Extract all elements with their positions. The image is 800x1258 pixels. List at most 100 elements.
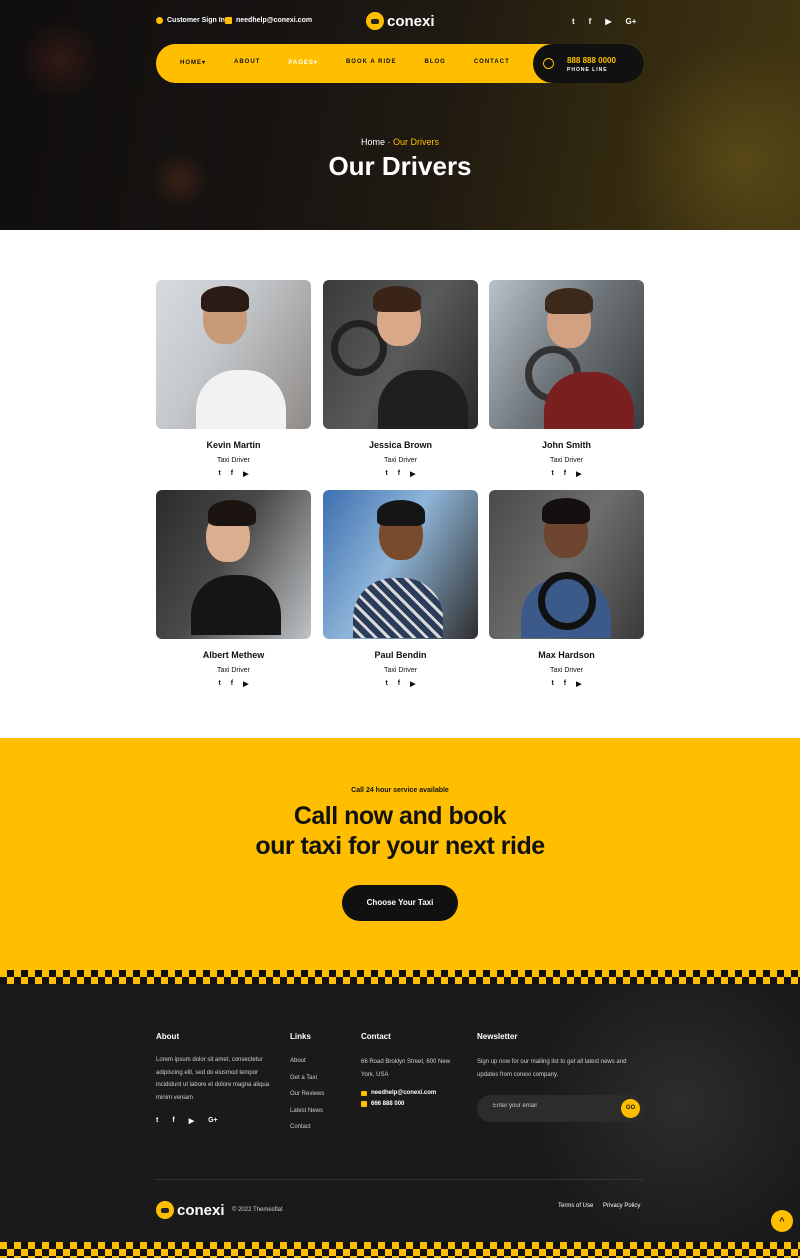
call-to-action: Call 24 hour service available Call now … <box>0 738 800 970</box>
footer-phone-link[interactable]: 666 888 000 <box>361 1101 404 1107</box>
driver-photo[interactable] <box>323 490 478 639</box>
twitter-icon[interactable]: t <box>385 470 387 478</box>
footer-link-about[interactable]: About <box>290 1058 324 1075</box>
nav-links: HOME▾ ABOUT PAGES▾ BOOK A RIDE BLOG CONT… <box>180 59 538 66</box>
driver-role: Taxi Driver <box>549 457 584 464</box>
youtube-icon[interactable]: ▶ <box>243 470 248 478</box>
breadcrumb: Home · Our Drivers <box>0 137 800 147</box>
youtube-icon[interactable]: ▶ <box>189 1117 194 1125</box>
facebook-icon[interactable]: f <box>398 470 400 478</box>
footer-social: t f ▶ G+ <box>156 1117 218 1125</box>
driver-name: Jessica Brown <box>368 440 433 450</box>
driver-name: John Smith <box>542 440 591 450</box>
nav-blog[interactable]: BLOG <box>425 59 446 66</box>
driver-photo[interactable] <box>156 280 311 429</box>
facebook-icon[interactable]: f <box>172 1117 174 1125</box>
driver-social: t f ▶ <box>489 680 644 688</box>
cta-subtitle: Call 24 hour service available <box>351 787 449 794</box>
taxi-logo-icon <box>366 12 384 30</box>
nav-home[interactable]: HOME▾ <box>180 59 206 66</box>
newsletter-go-button[interactable]: GO <box>621 1099 640 1118</box>
header-logo[interactable]: conexi <box>366 12 435 30</box>
phone-number: 888 888 0000 <box>567 56 616 65</box>
facebook-icon[interactable]: f <box>231 680 233 688</box>
driver-photo[interactable] <box>489 280 644 429</box>
logo-text: conexi <box>387 12 435 30</box>
breadcrumb-separator: · <box>387 137 391 147</box>
twitter-icon[interactable]: t <box>218 470 220 478</box>
youtube-icon[interactable]: ▶ <box>576 470 581 478</box>
nav-about[interactable]: ABOUT <box>234 59 260 66</box>
driver-photo[interactable] <box>156 490 311 639</box>
twitter-icon[interactable]: t <box>156 1117 158 1125</box>
header-email-label: needhelp@conexi.com <box>236 17 313 24</box>
phone-icon <box>543 58 554 69</box>
youtube-icon[interactable]: ▶ <box>243 680 248 688</box>
footer-email: needhelp@conexi.com <box>371 1090 437 1096</box>
twitter-icon[interactable]: t <box>218 680 220 688</box>
footer-links-title: Links <box>290 1032 311 1041</box>
privacy-link[interactable]: Privacy Policy <box>603 1203 640 1209</box>
google-plus-icon[interactable]: G+ <box>208 1117 218 1125</box>
header-social: t f ▶ G+ <box>572 17 636 26</box>
footer-links: About Get a Taxi Our Reviews Latest News… <box>290 1058 324 1141</box>
footer-link-reviews[interactable]: Our Reviews <box>290 1091 324 1108</box>
twitter-icon[interactable]: t <box>572 17 575 26</box>
footer-link-news[interactable]: Latest News <box>290 1108 324 1125</box>
driver-role: Taxi Driver <box>216 457 251 464</box>
facebook-icon[interactable]: f <box>564 470 566 478</box>
facebook-icon[interactable]: f <box>231 470 233 478</box>
driver-photo[interactable] <box>489 490 644 639</box>
google-plus-icon[interactable]: G+ <box>626 17 637 26</box>
newsletter-email-input[interactable] <box>493 1103 603 1109</box>
choose-taxi-button[interactable]: Choose Your Taxi <box>342 885 458 921</box>
footer-email-link[interactable]: needhelp@conexi.com <box>361 1090 436 1096</box>
driver-card: Paul Bendin Taxi Driver t f ▶ <box>323 490 478 688</box>
terms-link[interactable]: Terms of Use <box>558 1203 593 1209</box>
nav-pages[interactable]: PAGES▾ <box>288 59 318 66</box>
footer-link-contact[interactable]: Contact <box>290 1124 324 1141</box>
breadcrumb-home[interactable]: Home <box>361 137 385 147</box>
facebook-icon[interactable]: f <box>398 680 400 688</box>
driver-card: Max Hardson Taxi Driver t f ▶ <box>489 490 644 688</box>
phone-icon <box>361 1101 367 1107</box>
header-email-link[interactable]: needhelp@conexi.com <box>225 17 312 24</box>
driver-role: Taxi Driver <box>383 667 418 674</box>
footer-divider <box>156 1179 644 1180</box>
main-nav: HOME▾ ABOUT PAGES▾ BOOK A RIDE BLOG CONT… <box>156 44 644 83</box>
facebook-icon[interactable]: f <box>564 680 566 688</box>
footer-logo[interactable]: conexi <box>156 1201 225 1219</box>
driver-card: Albert Methew Taxi Driver t f ▶ <box>156 490 311 688</box>
driver-role: Taxi Driver <box>383 457 418 464</box>
mail-icon <box>361 1090 367 1096</box>
scroll-to-top-button[interactable]: ^ <box>771 1210 793 1232</box>
youtube-icon[interactable]: ▶ <box>576 680 581 688</box>
driver-name: Albert Methew <box>202 650 265 660</box>
phone-line-box[interactable]: 888 888 0000 PHONE LINE <box>533 44 644 83</box>
driver-card: Jessica Brown Taxi Driver t f ▶ <box>323 280 478 478</box>
footer-about-text: Lorem ipsum dolor sit amet, consectetur … <box>156 1057 270 1101</box>
youtube-icon[interactable]: ▶ <box>410 680 415 688</box>
user-icon <box>156 17 163 24</box>
footer-about-title: About <box>156 1032 180 1041</box>
nav-book-a-ride[interactable]: BOOK A RIDE <box>346 59 397 66</box>
twitter-icon[interactable]: t <box>551 470 553 478</box>
phone-label: PHONE LINE <box>567 67 608 73</box>
footer-link-get-a-taxi[interactable]: Get a Taxi <box>290 1075 324 1092</box>
customer-signin-link[interactable]: Customer Sign In <box>156 17 225 24</box>
youtube-icon[interactable]: ▶ <box>410 470 415 478</box>
cta-heading-line1: Call now and book <box>293 802 507 830</box>
hero-banner <box>0 0 800 230</box>
driver-name: Max Hardson <box>538 650 595 660</box>
twitter-icon[interactable]: t <box>385 680 387 688</box>
driver-social: t f ▶ <box>323 470 478 478</box>
cta-heading-line2: our taxi for your next ride <box>255 832 545 860</box>
mail-icon <box>225 17 232 24</box>
youtube-icon[interactable]: ▶ <box>605 17 611 26</box>
taxi-logo-icon <box>156 1201 174 1219</box>
facebook-icon[interactable]: f <box>589 17 592 26</box>
copyright: © 2022 Themesflat <box>232 1207 283 1213</box>
nav-contact[interactable]: CONTACT <box>474 59 510 66</box>
driver-photo[interactable] <box>323 280 478 429</box>
twitter-icon[interactable]: t <box>551 680 553 688</box>
